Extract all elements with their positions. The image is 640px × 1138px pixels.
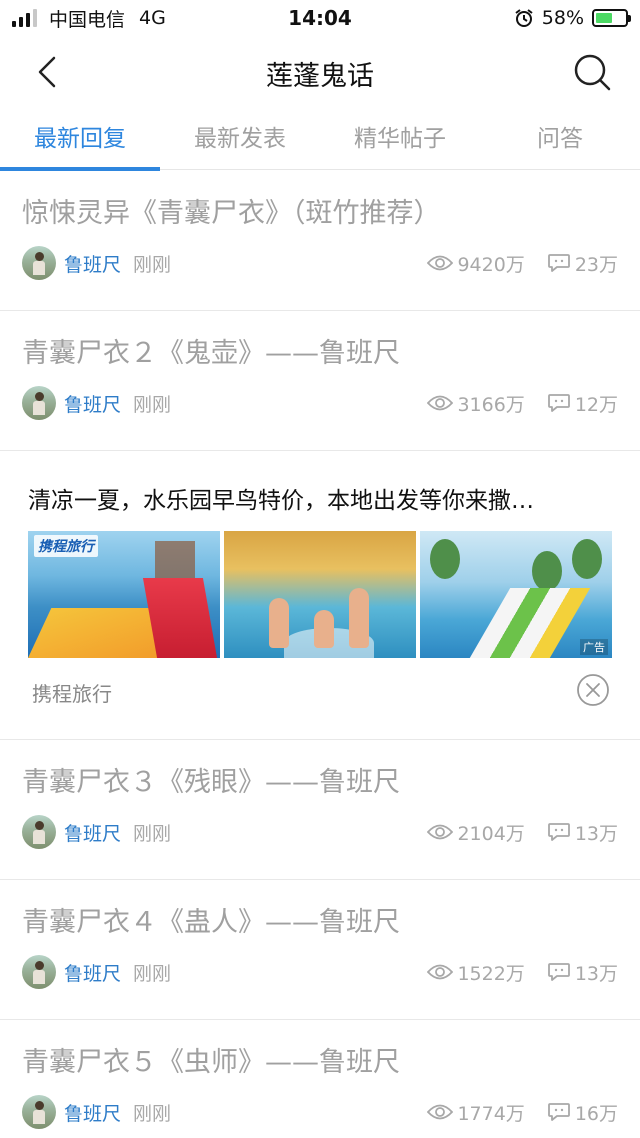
ad-image-tree: [572, 539, 602, 579]
reply-count-value: 16万: [574, 1102, 618, 1125]
list-item[interactable]: 青囊尸衣４《蛊人》——鲁班尺 鲁班尺 刚刚 1522万 13万: [0, 880, 640, 1020]
post-stats: 2104万 13万: [427, 819, 618, 846]
ad-image-tree: [532, 551, 562, 591]
view-count: 3166万: [427, 390, 525, 417]
comment-icon: [547, 963, 570, 981]
nav-bar: 莲蓬鬼话: [0, 36, 640, 110]
post-stats: 3166万 12万: [427, 390, 618, 417]
status-bar: 中国电信 4G 14:04 58%: [0, 0, 640, 36]
list-item[interactable]: 青囊尸衣２《鬼壶》——鲁班尺 鲁班尺 刚刚 3166万 12万: [0, 311, 640, 451]
post-time: 刚刚: [133, 393, 172, 416]
reply-count-value: 12万: [574, 393, 618, 416]
comment-icon: [547, 823, 570, 841]
post-meta: 鲁班尺 刚刚 9420万 23万: [22, 245, 618, 281]
view-count-value: 3166万: [457, 393, 525, 416]
post-title[interactable]: 青囊尸衣４《蛊人》——鲁班尺: [22, 900, 400, 939]
post-time: 刚刚: [133, 1102, 172, 1125]
post-stats: 1522万 13万: [427, 959, 618, 986]
reply-count-value: 23万: [574, 253, 618, 276]
tab-latest-post[interactable]: 最新发表: [160, 110, 320, 170]
post-meta: 鲁班尺 刚刚 1774万 16万: [22, 1094, 618, 1130]
ad-image-chute: [469, 588, 591, 658]
author-name[interactable]: 鲁班尺: [64, 390, 121, 417]
post-meta: 鲁班尺 刚刚 1522万 13万: [22, 954, 618, 990]
eye-icon: [427, 824, 454, 840]
author-name[interactable]: 鲁班尺: [64, 1099, 121, 1126]
ad-image-person: [314, 610, 334, 648]
post-title[interactable]: 青囊尸衣２《鬼壶》——鲁班尺: [22, 331, 400, 370]
author-name[interactable]: 鲁班尺: [64, 250, 121, 277]
avatar[interactable]: [22, 386, 56, 420]
eye-icon: [427, 395, 454, 411]
reply-count-value: 13万: [574, 962, 618, 985]
view-count: 1774万: [427, 1099, 525, 1126]
post-title[interactable]: 青囊尸衣３《残眼》——鲁班尺: [22, 760, 400, 799]
view-count-value: 2104万: [457, 822, 525, 845]
avatar[interactable]: [22, 815, 56, 849]
status-right: 58%: [514, 6, 631, 30]
list-item[interactable]: 青囊尸衣５《虫师》——鲁班尺 鲁班尺 刚刚 1774万 16万: [0, 1020, 640, 1138]
battery-percentage: 58%: [541, 7, 584, 29]
view-count: 9420万: [427, 250, 525, 277]
close-circle-icon[interactable]: [576, 673, 610, 707]
reply-count: 12万: [547, 390, 618, 417]
tab-featured[interactable]: 精华帖子: [320, 110, 480, 170]
ad-source: 携程旅行: [32, 682, 112, 706]
search-icon[interactable]: [572, 52, 612, 92]
post-time: 刚刚: [133, 822, 172, 845]
ad-title[interactable]: 清凉一夏，水乐园早鸟特价，本地出发等你来撒…: [28, 481, 534, 515]
view-count-value: 1522万: [457, 962, 525, 985]
post-time: 刚刚: [133, 962, 172, 985]
ad-image[interactable]: [224, 531, 416, 658]
ad-image[interactable]: 携程旅行: [28, 531, 220, 658]
reply-count: 13万: [547, 819, 618, 846]
eye-icon: [427, 255, 454, 271]
reply-count: 23万: [547, 250, 618, 277]
ad-image-person: [269, 598, 289, 648]
comment-icon: [547, 254, 570, 272]
comment-icon: [547, 1103, 570, 1121]
battery-charging-icon: [592, 9, 631, 27]
battery-fill: [596, 13, 613, 23]
post-feed: 惊悚灵异《青囊尸衣》（斑竹推荐） 鲁班尺 刚刚 9420万 23万 青囊尸衣２《…: [0, 171, 640, 1138]
view-count: 1522万: [427, 959, 525, 986]
ad-card[interactable]: 清凉一夏，水乐园早鸟特价，本地出发等你来撒… 携程旅行 广告 携程旅行: [0, 451, 640, 740]
avatar[interactable]: [22, 246, 56, 280]
ad-images[interactable]: 携程旅行 广告: [28, 531, 612, 658]
post-time: 刚刚: [133, 253, 172, 276]
ad-image-slide: [142, 578, 218, 658]
reply-count: 13万: [547, 959, 618, 986]
alarm-icon: [515, 9, 533, 27]
avatar[interactable]: [22, 955, 56, 989]
eye-icon: [427, 1104, 454, 1120]
post-stats: 9420万 23万: [427, 250, 618, 277]
post-title[interactable]: 青囊尸衣５《虫师》——鲁班尺: [22, 1040, 400, 1079]
tab-qa[interactable]: 问答: [480, 110, 640, 170]
comment-icon: [547, 394, 570, 412]
post-meta: 鲁班尺 刚刚 3166万 12万: [22, 385, 618, 421]
post-stats: 1774万 16万: [427, 1099, 618, 1126]
ad-image[interactable]: 广告: [420, 531, 612, 658]
list-item[interactable]: 青囊尸衣３《残眼》——鲁班尺 鲁班尺 刚刚 2104万 13万: [0, 740, 640, 880]
view-count: 2104万: [427, 819, 525, 846]
ad-image-tree: [430, 539, 460, 579]
list-item[interactable]: 惊悚灵异《青囊尸衣》（斑竹推荐） 鲁班尺 刚刚 9420万 23万: [0, 171, 640, 311]
view-count-value: 1774万: [457, 1102, 525, 1125]
post-meta: 鲁班尺 刚刚 2104万 13万: [22, 814, 618, 850]
ad-brand-logo: 携程旅行: [34, 535, 98, 557]
tab-bar: 最新回复 最新发表 精华帖子 问答: [0, 110, 640, 171]
author-name[interactable]: 鲁班尺: [64, 819, 121, 846]
ad-image-person: [349, 588, 369, 648]
author-name[interactable]: 鲁班尺: [64, 959, 121, 986]
tab-latest-reply[interactable]: 最新回复: [0, 110, 160, 171]
view-count-value: 9420万: [457, 253, 525, 276]
post-title[interactable]: 惊悚灵异《青囊尸衣》（斑竹推荐）: [22, 191, 441, 230]
avatar[interactable]: [22, 1095, 56, 1129]
page-title: 莲蓬鬼话: [266, 61, 374, 92]
ad-label: 广告: [580, 639, 608, 655]
eye-icon: [427, 964, 454, 980]
reply-count-value: 13万: [574, 822, 618, 845]
reply-count: 16万: [547, 1099, 618, 1126]
